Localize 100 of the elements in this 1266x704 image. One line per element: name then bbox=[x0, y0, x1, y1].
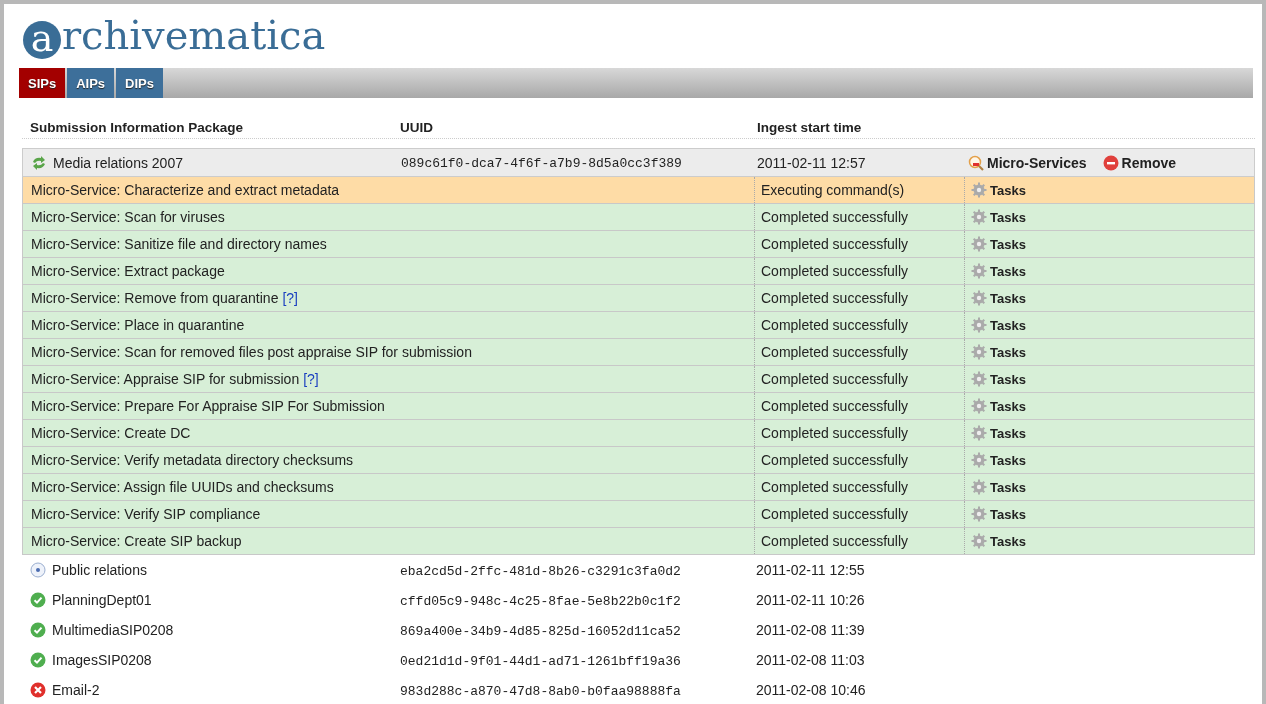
tasks-link[interactable]: Tasks bbox=[971, 236, 1026, 252]
remove-link[interactable]: Remove bbox=[1102, 154, 1177, 171]
magnifier-icon bbox=[968, 154, 984, 171]
sip-name: PlanningDept01 bbox=[52, 592, 152, 608]
start-time: 2011-02-08 11:39 bbox=[756, 622, 865, 638]
micro-service-name: Micro-Service: Scan for viruses bbox=[31, 209, 225, 225]
gear-icon bbox=[971, 452, 987, 468]
gear-icon bbox=[971, 398, 987, 414]
tab[interactable]: SIPs bbox=[19, 68, 66, 98]
sip-name: MultimediaSIP0208 bbox=[52, 622, 174, 638]
remove-icon bbox=[1102, 154, 1119, 171]
gear-icon bbox=[971, 533, 987, 549]
micro-service-name: Micro-Service: Place in quarantine bbox=[31, 317, 245, 333]
gear-icon bbox=[971, 236, 987, 252]
micro-services-link[interactable]: Micro-Services bbox=[968, 154, 1087, 171]
uuid: 0ed21d1d-9f01-44d1-ad71-1261bff19a36 bbox=[400, 653, 681, 669]
micro-service-name: Micro-Service: Remove from quarantine bbox=[31, 290, 279, 306]
gear-icon bbox=[971, 344, 987, 360]
start-time: 2011-02-11 10:26 bbox=[756, 592, 865, 608]
status-text: Completed successfully bbox=[761, 479, 909, 495]
sip-row[interactable]: MultimediaSIP0208 869a400e-34b9-4d85-825d-16052d11ca52 2011-02-08 11:39 bbox=[22, 615, 1255, 645]
logo-wordmark: rchivematica bbox=[62, 12, 326, 58]
uuid: 869a400e-34b9-4d85-825d-16052d11ca52 bbox=[400, 623, 681, 639]
micro-service-name: Micro-Service: Appraise SIP for submission bbox=[31, 371, 300, 387]
status-text: Completed successfully bbox=[761, 425, 909, 441]
micro-service-name: Micro-Service: Verify SIP compliance bbox=[31, 506, 261, 522]
sip-row[interactable]: Email-2 983d288c-a870-47d8-8ab0-b0faa98888fa 2011-02-08 10:46 bbox=[22, 675, 1255, 704]
gear-icon bbox=[971, 371, 987, 387]
gear-icon bbox=[971, 425, 987, 441]
status-text: Completed successfully bbox=[761, 209, 909, 225]
micro-service-name: Micro-Service: Verify metadata directory checksums bbox=[31, 452, 354, 468]
status-text: Completed successfully bbox=[761, 344, 909, 360]
help-link[interactable]: [?] bbox=[282, 290, 298, 306]
uuid: cffd05c9-948c-4c25-8fae-5e8b22b0c1f2 bbox=[400, 593, 681, 609]
check-icon bbox=[30, 652, 46, 668]
gear-icon bbox=[971, 317, 987, 333]
sip-name: Media relations 2007 bbox=[53, 154, 183, 171]
error-icon bbox=[30, 682, 46, 698]
start-time: 2011-02-11 12:55 bbox=[756, 562, 865, 578]
sip-name: ImagesSIP0208 bbox=[52, 652, 152, 668]
tasks-link[interactable]: Tasks bbox=[971, 263, 1026, 279]
tasks-link[interactable]: Tasks bbox=[971, 344, 1026, 360]
status-text: Completed successfully bbox=[761, 506, 909, 522]
sip-row[interactable]: Public relations eba2cd5d-2ffc-481d-8b26-c3291c3fa0d2 2011-02-11 12:55 bbox=[22, 555, 1255, 585]
status-text: Completed successfully bbox=[761, 371, 909, 387]
sip-row[interactable]: ImagesSIP0208 0ed21d1d-9f01-44d1-ad71-1261bff19a36 2011-02-08 11:03 bbox=[22, 645, 1255, 675]
micro-service-name: Micro-Service: Sanitize file and directory names bbox=[31, 236, 327, 252]
tab[interactable]: DIPs bbox=[116, 68, 163, 98]
uuid: eba2cd5d-2ffc-481d-8b26-c3291c3fa0d2 bbox=[400, 563, 681, 579]
start-time: 2011-02-08 11:03 bbox=[756, 652, 865, 668]
status-text: Completed successfully bbox=[761, 398, 909, 414]
gear-icon bbox=[971, 182, 987, 198]
status-text: Executing command(s) bbox=[761, 182, 905, 198]
status-text: Completed successfully bbox=[761, 452, 909, 468]
gear-icon bbox=[971, 506, 987, 522]
micro-service-name: Micro-Service: Assign file UUIDs and checksums bbox=[31, 479, 334, 495]
sip-row[interactable]: PlanningDept01 cffd05c9-948c-4c25-8fae-5e8b22b0c1f2 2011-02-11 10:26 bbox=[22, 585, 1255, 615]
uuid: 983d288c-a870-47d8-8ab0-b0faa98888fa bbox=[400, 683, 681, 699]
gear-icon bbox=[971, 290, 987, 306]
sip-name: Public relations bbox=[52, 562, 147, 578]
tasks-link[interactable]: Tasks bbox=[971, 317, 1026, 333]
sip-name: Email-2 bbox=[52, 682, 100, 698]
status-text: Completed successfully bbox=[761, 533, 909, 549]
start-time: 2011-02-11 12:57 bbox=[757, 154, 866, 171]
micro-service-name: Micro-Service: Characterize and extract metadata bbox=[31, 182, 340, 198]
column-header: Ingest start time bbox=[756, 119, 863, 135]
tasks-link[interactable]: Tasks bbox=[971, 479, 1026, 495]
gear-icon bbox=[971, 479, 987, 495]
start-time: 2011-02-08 10:46 bbox=[756, 682, 866, 698]
gear-icon bbox=[971, 209, 987, 225]
tasks-link[interactable]: Tasks bbox=[971, 182, 1026, 198]
check-icon bbox=[30, 622, 46, 638]
check-icon bbox=[30, 592, 46, 608]
micro-service-name: Micro-Service: Prepare For Appraise SIP For Submission bbox=[31, 398, 385, 414]
tasks-link[interactable]: Tasks bbox=[971, 398, 1026, 414]
status-text: Completed successfully bbox=[761, 290, 909, 306]
column-header: Submission Information Package bbox=[29, 119, 245, 135]
tasks-link[interactable]: Tasks bbox=[971, 506, 1026, 522]
micro-service-name: Micro-Service: Extract package bbox=[31, 263, 225, 279]
tasks-link[interactable]: Tasks bbox=[971, 209, 1026, 225]
tasks-link[interactable]: Tasks bbox=[971, 425, 1026, 441]
micro-service-name: Micro-Service: Create SIP backup bbox=[31, 533, 242, 549]
tasks-link[interactable]: Tasks bbox=[971, 290, 1026, 306]
refresh-icon bbox=[31, 154, 47, 171]
sip-row[interactable]: Media relations 2007 089c61f0-dca7-4f6f-a7b9-8d5a0cc3f389 2011-02-11 12:57 Micro-Services Remove bbox=[22, 148, 1255, 177]
micro-service-name: Micro-Service: Create DC bbox=[31, 425, 191, 441]
status-text: Completed successfully bbox=[761, 236, 909, 252]
gear-icon bbox=[971, 263, 987, 279]
tab[interactable]: AIPs bbox=[67, 68, 115, 98]
uuid: 089c61f0-dca7-4f6f-a7b9-8d5a0cc3f389 bbox=[401, 156, 682, 171]
micro-service-name: Micro-Service: Scan for removed files post appraise SIP for submission bbox=[31, 344, 472, 360]
status-text: Completed successfully bbox=[761, 263, 909, 279]
status-text: Completed successfully bbox=[761, 317, 909, 333]
help-link[interactable]: [?] bbox=[303, 371, 319, 387]
column-header: UUID bbox=[399, 119, 434, 135]
tasks-link[interactable]: Tasks bbox=[971, 452, 1026, 468]
logo-mark: a bbox=[23, 21, 61, 59]
pending-icon bbox=[30, 562, 46, 578]
tasks-link[interactable]: Tasks bbox=[971, 533, 1026, 549]
tasks-link[interactable]: Tasks bbox=[971, 371, 1026, 387]
